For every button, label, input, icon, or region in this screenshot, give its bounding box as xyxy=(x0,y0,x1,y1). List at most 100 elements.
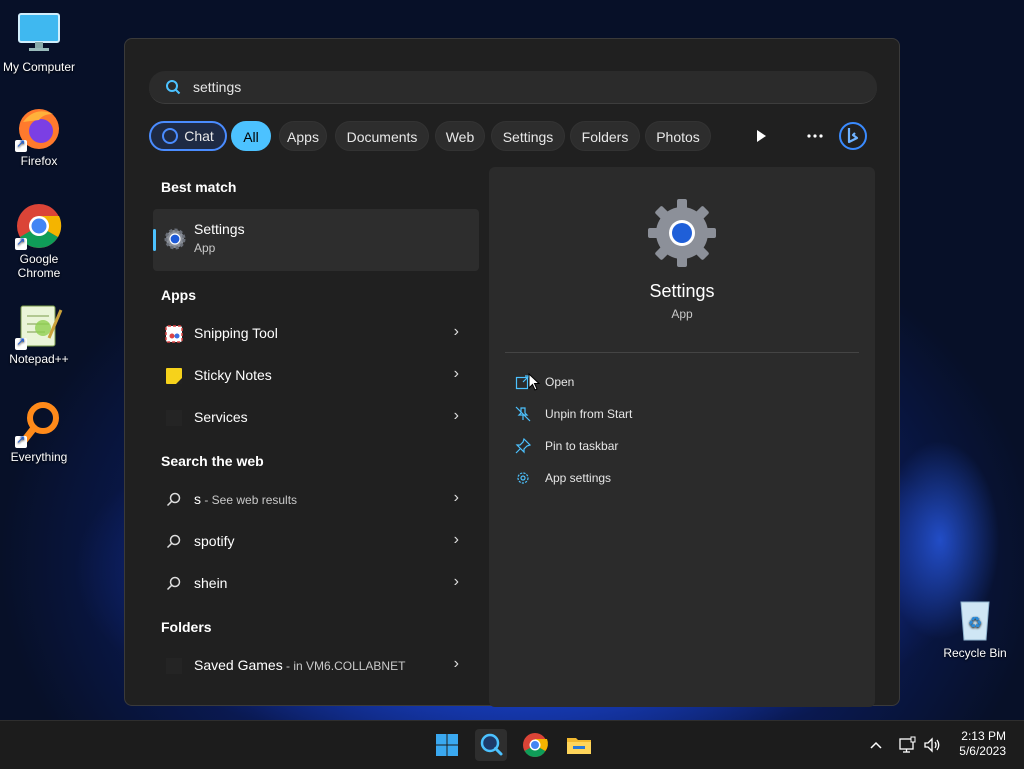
app-result-sticky-notes[interactable]: Sticky Notes › xyxy=(153,355,479,395)
best-match-header: Best match xyxy=(161,179,237,195)
desktop-icon-label: My Computer xyxy=(2,60,76,74)
web-result-s[interactable]: s - See web results › xyxy=(153,479,479,519)
taskbar-clock[interactable]: 2:13 PM 5/6/2023 xyxy=(959,729,1006,759)
chevron-right-icon[interactable]: › xyxy=(454,573,459,591)
search-box[interactable]: settings xyxy=(149,71,877,104)
filter-settings[interactable]: Settings xyxy=(491,121,565,151)
chevron-right-icon[interactable]: › xyxy=(454,323,459,341)
filter-web[interactable]: Web xyxy=(435,121,485,151)
filter-photos[interactable]: Photos xyxy=(645,121,711,151)
volume-button[interactable] xyxy=(922,735,942,755)
taskbar-chrome-button[interactable] xyxy=(519,729,551,761)
desktop-icon-label: Everything xyxy=(10,450,68,464)
show-hidden-icons-button[interactable] xyxy=(866,735,886,755)
folder-name: Saved Games xyxy=(194,657,283,673)
taskbar-search-button[interactable] xyxy=(475,729,507,761)
folders-header: Folders xyxy=(161,619,212,635)
recycle-bin-icon: ♻ xyxy=(951,596,999,644)
more-filters-button[interactable] xyxy=(746,121,776,151)
filter-label: Documents xyxy=(346,129,418,145)
web-result-label: s - See web results xyxy=(194,491,297,507)
chevron-right-icon[interactable]: › xyxy=(454,407,459,425)
desktop-icon-notepad-plus-plus[interactable]: Notepad++ xyxy=(0,302,78,366)
play-icon xyxy=(757,130,766,142)
firefox-icon xyxy=(15,104,63,152)
chevron-right-icon[interactable]: › xyxy=(454,365,459,383)
chevron-right-icon[interactable]: › xyxy=(454,489,459,507)
details-title: Settings xyxy=(649,281,715,301)
desktop-icon-firefox[interactable]: Firefox xyxy=(0,104,78,168)
best-match-subtitle: App xyxy=(194,241,216,255)
desktop-icon-google-chrome[interactable]: Google Chrome xyxy=(0,202,78,280)
network-icon xyxy=(899,736,916,753)
action-label: Unpin from Start xyxy=(545,407,633,421)
gear-icon xyxy=(515,470,531,486)
filter-label: Chat xyxy=(184,128,214,144)
network-button[interactable] xyxy=(897,735,917,755)
filter-apps[interactable]: Apps xyxy=(279,121,327,151)
folder-location: - in VM6.COLLABNET xyxy=(282,659,406,673)
search-icon xyxy=(165,575,183,593)
start-button[interactable] xyxy=(431,729,463,761)
app-result-label: Sticky Notes xyxy=(194,367,272,383)
details-subtitle: App xyxy=(671,307,693,321)
chevron-right-icon[interactable]: › xyxy=(454,531,459,549)
monitor-icon xyxy=(15,10,63,58)
filter-label: Photos xyxy=(656,129,700,145)
desktop-icon-label: Google Chrome xyxy=(17,252,61,280)
action-label: App settings xyxy=(545,471,612,485)
best-match-item[interactable]: Settings App xyxy=(153,209,479,271)
chevron-right-icon[interactable]: › xyxy=(454,655,459,673)
app-result-label: Services xyxy=(194,409,248,425)
pin-icon xyxy=(515,437,532,454)
apps-header: Apps xyxy=(161,287,196,303)
shortcut-arrow-icon xyxy=(15,335,27,350)
shortcut-arrow-icon xyxy=(15,433,27,448)
filter-label: Apps xyxy=(287,129,319,145)
web-result-hint: - See web results xyxy=(201,493,298,507)
web-result-query: s xyxy=(194,491,201,507)
search-input[interactable]: settings xyxy=(193,79,241,95)
filter-label: Settings xyxy=(502,129,554,145)
more-options-button[interactable] xyxy=(800,121,830,151)
web-result-shein[interactable]: shein › xyxy=(153,563,479,603)
bing-button[interactable] xyxy=(838,121,868,151)
filter-chat[interactable]: Chat xyxy=(149,121,227,151)
chrome-icon xyxy=(15,202,63,250)
filter-documents[interactable]: Documents xyxy=(335,121,429,151)
action-label: Pin to taskbar xyxy=(545,439,619,453)
search-panel: settings Chat All Apps Documents Web Set… xyxy=(124,38,900,707)
search-icon xyxy=(165,491,183,509)
best-match-title: Settings xyxy=(194,221,245,237)
mouse-cursor-icon xyxy=(528,373,540,391)
desktop-icon-label: Notepad++ xyxy=(9,352,69,366)
app-result-label: Snipping Tool xyxy=(194,325,278,341)
folder-icon xyxy=(165,657,183,675)
details-pane: Settings App Open Unpin from Start Pin t… xyxy=(489,167,875,707)
speaker-icon xyxy=(924,737,940,753)
bing-icon xyxy=(839,122,867,150)
desktop-icon-my-computer[interactable]: My Computer xyxy=(0,10,78,74)
filter-all[interactable]: All xyxy=(231,121,271,151)
desktop-icon-everything[interactable]: Everything xyxy=(0,400,78,464)
folder-icon xyxy=(567,738,591,754)
app-result-services[interactable]: Services › xyxy=(153,397,479,437)
search-icon xyxy=(165,533,183,551)
sticky-notes-icon xyxy=(165,367,183,385)
folder-result-saved-games[interactable]: Saved Games - in VM6.COLLABNET › xyxy=(153,645,479,685)
unpin-icon xyxy=(515,406,531,422)
filter-label: All xyxy=(243,129,259,145)
action-label: Open xyxy=(545,375,575,389)
filter-folders[interactable]: Folders xyxy=(570,121,640,151)
clock-date: 5/6/2023 xyxy=(959,744,1006,758)
web-result-spotify[interactable]: spotify › xyxy=(153,521,479,561)
chrome-icon xyxy=(523,733,548,758)
details-divider xyxy=(505,352,859,353)
desktop-icon-recycle-bin[interactable]: ♻ Recycle Bin xyxy=(936,596,1014,660)
app-result-snipping-tool[interactable]: Snipping Tool › xyxy=(153,313,479,353)
ellipsis-icon xyxy=(807,134,823,138)
taskbar-file-explorer-button[interactable] xyxy=(563,729,595,761)
svg-text:♻: ♻ xyxy=(968,613,982,632)
filter-label: Folders xyxy=(581,129,629,145)
settings-gear-large-icon xyxy=(646,197,718,269)
